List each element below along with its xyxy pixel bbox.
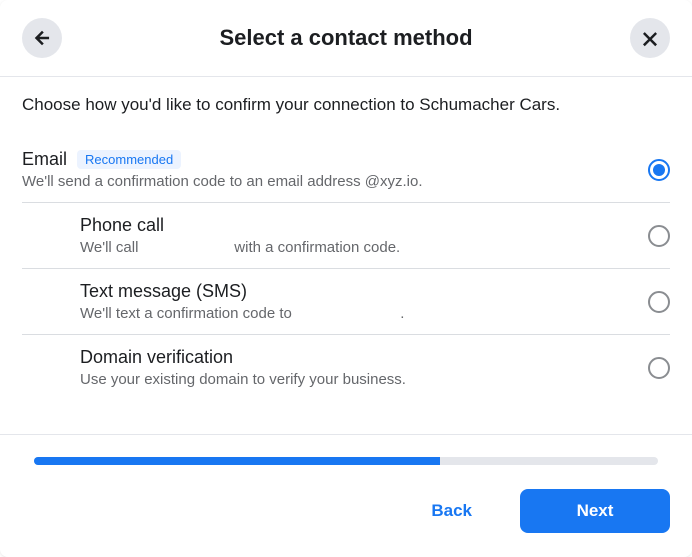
option-sms[interactable]: Text message (SMS) We'll text a confirma… — [80, 281, 648, 322]
option-domain[interactable]: Domain verification Use your existing do… — [80, 347, 648, 388]
options-divider-group: Phone call We'll call with a confirmatio… — [80, 202, 670, 400]
radio-email[interactable] — [648, 159, 670, 181]
option-desc: We'll text a confirmation code to . — [80, 305, 648, 322]
instruction-text: Choose how you'd like to confirm your co… — [22, 95, 670, 115]
back-button[interactable]: Back — [395, 489, 508, 533]
dialog-footer: Back Next — [0, 469, 692, 557]
dialog-title: Select a contact method — [62, 25, 630, 51]
option-title: Domain verification — [80, 347, 648, 368]
recommended-badge: Recommended — [77, 150, 181, 169]
radio-domain[interactable] — [648, 357, 670, 379]
option-desc: Use your existing domain to verify your … — [80, 371, 648, 388]
close-icon — [640, 28, 660, 48]
next-button[interactable]: Next — [520, 489, 670, 533]
contact-method-options: Email Recommended We'll send a confirmat… — [22, 137, 670, 400]
option-title: Text message (SMS) — [80, 281, 648, 302]
option-title: Phone call — [80, 215, 648, 236]
radio-phone[interactable] — [648, 225, 670, 247]
option-email[interactable]: Email Recommended We'll send a confirmat… — [22, 137, 670, 202]
progress-area — [0, 434, 692, 465]
option-phone[interactable]: Phone call We'll call with a confirmatio… — [80, 215, 648, 256]
option-desc: We'll call with a confirmation code. — [80, 239, 648, 256]
close-button[interactable] — [630, 18, 670, 58]
progress-bar — [34, 457, 658, 465]
arrow-left-icon — [32, 28, 52, 48]
dialog-content: Choose how you'd like to confirm your co… — [0, 77, 692, 400]
option-desc: We'll send a confirmation code to an ema… — [22, 173, 648, 190]
radio-sms[interactable] — [648, 291, 670, 313]
option-title: Email — [22, 149, 67, 170]
progress-fill — [34, 457, 440, 465]
dialog-header: Select a contact method — [0, 0, 692, 77]
back-icon-button[interactable] — [22, 18, 62, 58]
